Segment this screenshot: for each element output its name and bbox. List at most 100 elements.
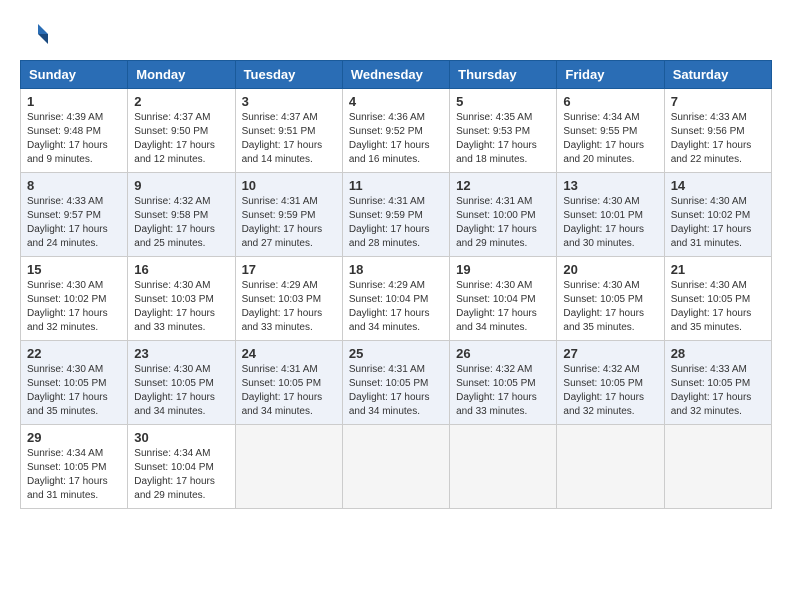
- day-info: Sunrise: 4:31 AMSunset: 9:59 PMDaylight:…: [242, 195, 336, 251]
- weekday-header-friday: Friday: [557, 61, 664, 89]
- empty-cell: [664, 425, 771, 509]
- weekday-header-wednesday: Wednesday: [342, 61, 449, 89]
- day-number: 9: [134, 178, 228, 193]
- weekday-header-monday: Monday: [128, 61, 235, 89]
- calendar-table: SundayMondayTuesdayWednesdayThursdayFrid…: [20, 60, 772, 509]
- day-cell-9: 9 Sunrise: 4:32 AMSunset: 9:58 PMDaylight…: [128, 173, 235, 257]
- day-cell-17: 17 Sunrise: 4:29 AMSunset: 10:03 PMDaylig…: [235, 257, 342, 341]
- day-cell-20: 20 Sunrise: 4:30 AMSunset: 10:05 PMDaylig…: [557, 257, 664, 341]
- day-number: 4: [349, 94, 443, 109]
- day-cell-24: 24 Sunrise: 4:31 AMSunset: 10:05 PMDaylig…: [235, 341, 342, 425]
- day-info: Sunrise: 4:33 AMSunset: 10:05 PMDaylight…: [671, 363, 765, 419]
- weekday-header-saturday: Saturday: [664, 61, 771, 89]
- day-info: Sunrise: 4:31 AMSunset: 9:59 PMDaylight:…: [349, 195, 443, 251]
- weekday-header-row: SundayMondayTuesdayWednesdayThursdayFrid…: [21, 61, 772, 89]
- day-number: 12: [456, 178, 550, 193]
- empty-cell: [235, 425, 342, 509]
- day-cell-1: 1Sunrise: 4:39 AMSunset: 9:48 PMDaylight…: [21, 89, 128, 173]
- day-cell-3: 3 Sunrise: 4:37 AMSunset: 9:51 PMDaylight…: [235, 89, 342, 173]
- day-cell-21: 21 Sunrise: 4:30 AMSunset: 10:05 PMDaylig…: [664, 257, 771, 341]
- logo-icon: [20, 20, 50, 50]
- day-cell-22: 22Sunrise: 4:30 AMSunset: 10:05 PMDaylig…: [21, 341, 128, 425]
- day-info: Sunrise: 4:36 AMSunset: 9:52 PMDaylight:…: [349, 111, 443, 167]
- weekday-header-sunday: Sunday: [21, 61, 128, 89]
- day-info: Sunrise: 4:37 AMSunset: 9:51 PMDaylight:…: [242, 111, 336, 167]
- day-number: 24: [242, 346, 336, 361]
- week-row-5: 29 Sunrise: 4:34 AMSunset: 10:05 PMDaylig…: [21, 425, 772, 509]
- day-number: 13: [563, 178, 657, 193]
- day-number: 15: [27, 262, 121, 277]
- day-number: 10: [242, 178, 336, 193]
- day-number: 7: [671, 94, 765, 109]
- empty-cell: [450, 425, 557, 509]
- day-cell-30: 30 Sunrise: 4:34 AMSunset: 10:04 PMDaylig…: [128, 425, 235, 509]
- day-info: Sunrise: 4:30 AMSunset: 10:05 PMDaylight…: [563, 279, 657, 335]
- day-info: Sunrise: 4:32 AMSunset: 10:05 PMDaylight…: [563, 363, 657, 419]
- day-info: Sunrise: 4:35 AMSunset: 9:53 PMDaylight:…: [456, 111, 550, 167]
- day-cell-29: 29 Sunrise: 4:34 AMSunset: 10:05 PMDaylig…: [21, 425, 128, 509]
- day-number: 14: [671, 178, 765, 193]
- day-cell-6: 6 Sunrise: 4:34 AMSunset: 9:55 PMDaylight…: [557, 89, 664, 173]
- day-info: Sunrise: 4:30 AMSunset: 10:04 PMDaylight…: [456, 279, 550, 335]
- day-info: Sunrise: 4:34 AMSunset: 10:05 PMDaylight…: [27, 447, 121, 503]
- day-info: Sunrise: 4:31 AMSunset: 10:05 PMDaylight…: [242, 363, 336, 419]
- day-cell-28: 28 Sunrise: 4:33 AMSunset: 10:05 PMDaylig…: [664, 341, 771, 425]
- day-info: Sunrise: 4:34 AMSunset: 10:04 PMDaylight…: [134, 447, 228, 503]
- day-info: Sunrise: 4:33 AMSunset: 9:57 PMDaylight:…: [27, 195, 121, 251]
- day-info: Sunrise: 4:29 AMSunset: 10:03 PMDaylight…: [242, 279, 336, 335]
- day-cell-8: 8 Sunrise: 4:33 AMSunset: 9:57 PMDaylight…: [21, 173, 128, 257]
- week-row-3: 15 Sunrise: 4:30 AMSunset: 10:02 PMDaylig…: [21, 257, 772, 341]
- day-number: 18: [349, 262, 443, 277]
- day-info: Sunrise: 4:32 AMSunset: 10:05 PMDaylight…: [456, 363, 550, 419]
- day-cell-19: 19 Sunrise: 4:30 AMSunset: 10:04 PMDaylig…: [450, 257, 557, 341]
- day-cell-27: 27 Sunrise: 4:32 AMSunset: 10:05 PMDaylig…: [557, 341, 664, 425]
- day-cell-11: 11Sunrise: 4:31 AMSunset: 9:59 PMDayligh…: [342, 173, 449, 257]
- day-cell-10: 10 Sunrise: 4:31 AMSunset: 9:59 PMDayligh…: [235, 173, 342, 257]
- day-number: 26: [456, 346, 550, 361]
- day-info: Sunrise: 4:34 AMSunset: 9:55 PMDaylight:…: [563, 111, 657, 167]
- day-cell-23: 23Sunrise: 4:30 AMSunset: 10:05 PMDaylig…: [128, 341, 235, 425]
- day-info: Sunrise: 4:29 AMSunset: 10:04 PMDaylight…: [349, 279, 443, 335]
- day-info: Sunrise: 4:31 AMSunset: 10:00 PMDaylight…: [456, 195, 550, 251]
- empty-cell: [342, 425, 449, 509]
- day-number: 5: [456, 94, 550, 109]
- day-info: Sunrise: 4:32 AMSunset: 9:58 PMDaylight:…: [134, 195, 228, 251]
- day-info: Sunrise: 4:30 AMSunset: 10:02 PMDaylight…: [27, 279, 121, 335]
- day-number: 30: [134, 430, 228, 445]
- day-number: 8: [27, 178, 121, 193]
- day-info: Sunrise: 4:30 AMSunset: 10:02 PMDaylight…: [671, 195, 765, 251]
- day-cell-5: 5 Sunrise: 4:35 AMSunset: 9:53 PMDaylight…: [450, 89, 557, 173]
- day-cell-2: 2 Sunrise: 4:37 AMSunset: 9:50 PMDaylight…: [128, 89, 235, 173]
- day-number: 27: [563, 346, 657, 361]
- week-row-2: 8 Sunrise: 4:33 AMSunset: 9:57 PMDaylight…: [21, 173, 772, 257]
- day-info: Sunrise: 4:30 AMSunset: 10:05 PMDaylight…: [671, 279, 765, 335]
- day-number: 2: [134, 94, 228, 109]
- day-number: 21: [671, 262, 765, 277]
- day-info: Sunrise: 4:37 AMSunset: 9:50 PMDaylight:…: [134, 111, 228, 167]
- weekday-header-tuesday: Tuesday: [235, 61, 342, 89]
- weekday-header-thursday: Thursday: [450, 61, 557, 89]
- day-number: 22: [27, 346, 121, 361]
- day-number: 28: [671, 346, 765, 361]
- day-cell-7: 7Sunrise: 4:33 AMSunset: 9:56 PMDaylight…: [664, 89, 771, 173]
- day-info: Sunrise: 4:30 AMSunset: 10:01 PMDaylight…: [563, 195, 657, 251]
- day-number: 20: [563, 262, 657, 277]
- day-cell-26: 26 Sunrise: 4:32 AMSunset: 10:05 PMDaylig…: [450, 341, 557, 425]
- day-cell-25: 25Sunrise: 4:31 AMSunset: 10:05 PMDaylig…: [342, 341, 449, 425]
- day-cell-16: 16 Sunrise: 4:30 AMSunset: 10:03 PMDaylig…: [128, 257, 235, 341]
- day-number: 19: [456, 262, 550, 277]
- day-number: 16: [134, 262, 228, 277]
- day-number: 17: [242, 262, 336, 277]
- day-cell-15: 15 Sunrise: 4:30 AMSunset: 10:02 PMDaylig…: [21, 257, 128, 341]
- day-number: 6: [563, 94, 657, 109]
- day-number: 29: [27, 430, 121, 445]
- day-cell-18: 18 Sunrise: 4:29 AMSunset: 10:04 PMDaylig…: [342, 257, 449, 341]
- day-number: 3: [242, 94, 336, 109]
- day-cell-14: 14 Sunrise: 4:30 AMSunset: 10:02 PMDaylig…: [664, 173, 771, 257]
- week-row-4: 22Sunrise: 4:30 AMSunset: 10:05 PMDaylig…: [21, 341, 772, 425]
- logo: [20, 20, 54, 50]
- day-info: Sunrise: 4:30 AMSunset: 10:03 PMDaylight…: [134, 279, 228, 335]
- day-info: Sunrise: 4:39 AMSunset: 9:48 PMDaylight:…: [27, 111, 121, 167]
- day-cell-13: 13 Sunrise: 4:30 AMSunset: 10:01 PMDaylig…: [557, 173, 664, 257]
- day-info: Sunrise: 4:31 AMSunset: 10:05 PMDaylight…: [349, 363, 443, 419]
